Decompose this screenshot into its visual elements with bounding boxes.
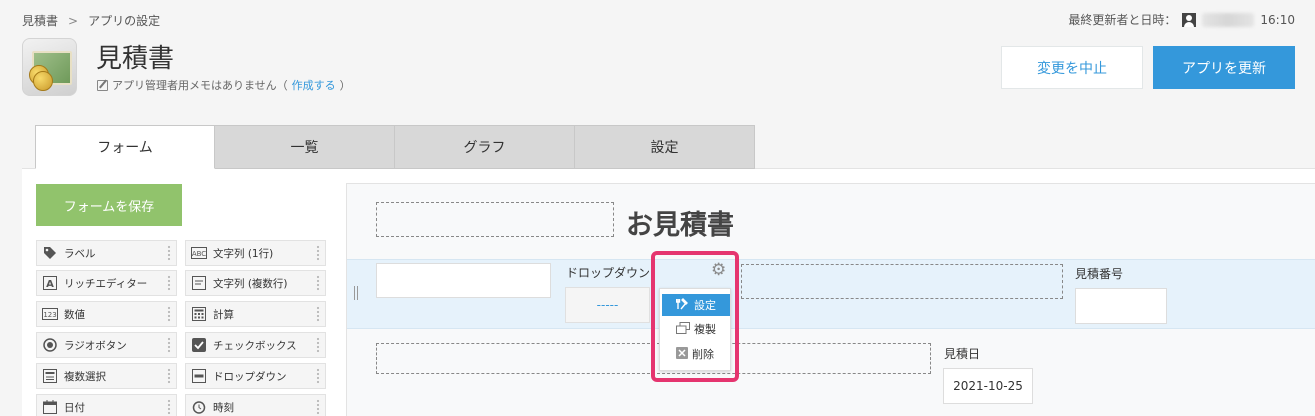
drag-handle xyxy=(316,306,321,322)
settings-tabs: フォーム 一覧 グラフ 設定 xyxy=(35,125,755,169)
palette-field-multi-select[interactable]: 複数選択 xyxy=(36,363,177,389)
breadcrumb-app-link[interactable]: 見積書 xyxy=(22,12,58,29)
estimate-date-input[interactable]: 2021-10-25 xyxy=(943,368,1033,404)
delete-icon xyxy=(676,346,688,362)
dropdown-icon xyxy=(191,368,207,384)
palette-field-single-line-text[interactable]: ABC 文字列 (1行) xyxy=(185,240,326,266)
user-icon xyxy=(1182,12,1197,27)
menu-item-delete-label: 削除 xyxy=(692,348,714,361)
app-icon xyxy=(22,38,77,96)
menu-item-duplicate[interactable]: 複製 xyxy=(662,318,730,340)
palette-field-label[interactable]: ラベル xyxy=(36,240,177,266)
text-field-placeholder[interactable] xyxy=(376,263,551,298)
drag-handle xyxy=(316,245,321,261)
memo-edit-icon xyxy=(97,79,108,91)
breadcrumb-current: アプリの設定 xyxy=(88,14,161,28)
dropdown-field-label: ドロップダウン xyxy=(566,266,651,280)
memo-create-link[interactable]: 作成する xyxy=(292,77,336,93)
palette-field-label-text: 文字列 (1行) xyxy=(213,247,274,260)
empty-space-field-2[interactable] xyxy=(741,264,1063,299)
last-updated-label: 最終更新者と日時： xyxy=(1068,13,1177,27)
drag-handle xyxy=(167,368,172,384)
palette-field-label-text: リッチエディター xyxy=(64,277,148,290)
app-memo: アプリ管理者用メモはありません（ 作成する） xyxy=(97,77,351,93)
calculator-icon xyxy=(191,306,207,322)
checkbox-icon xyxy=(191,337,207,353)
menu-item-settings[interactable]: 設定 xyxy=(662,294,730,316)
palette-field-number[interactable]: 123 数値 xyxy=(36,301,177,327)
palette-field-date[interactable]: 日付 xyxy=(36,394,177,416)
redacted-username xyxy=(1202,12,1255,27)
estimate-number-label: 見積番号 xyxy=(1075,267,1124,281)
calendar-icon xyxy=(42,399,58,415)
svg-text:ABC: ABC xyxy=(192,250,206,258)
menu-item-settings-label: 設定 xyxy=(694,299,716,312)
palette-field-time[interactable]: 時刻 xyxy=(185,394,326,416)
dropdown-field-value[interactable]: ----- xyxy=(565,287,650,323)
svg-text:A: A xyxy=(46,279,54,290)
last-updated-info: 最終更新者と日時： 16:10 xyxy=(1068,11,1295,28)
tab-list[interactable]: 一覧 xyxy=(215,125,395,169)
tag-icon xyxy=(42,245,58,261)
number-123-icon: 123 xyxy=(42,306,58,322)
drag-handle xyxy=(316,399,321,415)
palette-field-label-text: ラジオボタン xyxy=(64,339,127,352)
palette-field-radio[interactable]: ラジオボタン xyxy=(36,332,177,358)
palette-field-label-text: 日付 xyxy=(64,401,85,414)
last-updated-time: 16:10 xyxy=(1260,12,1295,27)
tab-graph[interactable]: グラフ xyxy=(395,125,575,169)
multi-select-icon xyxy=(42,368,58,384)
palette-field-label-text: 数値 xyxy=(64,308,85,321)
settings-icon xyxy=(675,297,690,313)
palette-field-rich-editor[interactable]: A リッチエディター xyxy=(36,270,177,296)
drag-handle xyxy=(167,337,172,353)
palette-field-label-text: 複数選択 xyxy=(64,370,106,383)
breadcrumb-separator: > xyxy=(68,13,79,28)
palette-field-calc[interactable]: 計算 xyxy=(185,301,326,327)
menu-item-duplicate-label: 複製 xyxy=(694,323,716,336)
abc-icon: ABC xyxy=(191,245,207,261)
form-title-label[interactable]: お見積書 xyxy=(626,203,734,242)
palette-field-multi-line-text[interactable]: 文字列 (複数行) xyxy=(185,270,326,296)
tab-form[interactable]: フォーム xyxy=(35,125,215,169)
field-context-menu: 設定 複製 削除 xyxy=(659,288,731,371)
palette-field-checkbox[interactable]: チェックボックス xyxy=(185,332,326,358)
palette-field-label-text: 計算 xyxy=(213,308,234,321)
palette-field-dropdown[interactable]: ドロップダウン xyxy=(185,363,326,389)
gear-icon[interactable]: ⚙ xyxy=(711,262,726,279)
app-title: 見積書 xyxy=(96,44,175,74)
palette-field-label-text: 時刻 xyxy=(213,401,234,414)
palette-field-label-text: ドロップダウン xyxy=(213,370,287,383)
palette-field-label-text: 文字列 (複数行) xyxy=(213,277,288,290)
menu-item-delete[interactable]: 削除 xyxy=(662,343,730,365)
drag-handle xyxy=(167,275,172,291)
duplicate-icon xyxy=(676,321,690,337)
drag-handle xyxy=(316,368,321,384)
letter-a-icon: A xyxy=(42,275,58,291)
tab-settings[interactable]: 設定 xyxy=(575,125,755,169)
radio-icon xyxy=(42,337,58,353)
palette-field-label-text: ラベル xyxy=(64,247,96,260)
estimate-date-label: 見積日 xyxy=(944,347,981,361)
svg-text:123: 123 xyxy=(43,311,56,319)
breadcrumb: 見積書 > アプリの設定 xyxy=(22,12,160,29)
drag-handle xyxy=(316,337,321,353)
palette-field-label-text: チェックボックス xyxy=(213,339,297,352)
estimate-number-input[interactable] xyxy=(1075,288,1167,324)
multiline-text-icon xyxy=(191,275,207,291)
save-form-button[interactable]: フォームを保存 xyxy=(36,184,182,226)
cancel-changes-button[interactable]: 変更を中止 xyxy=(1001,46,1143,89)
drag-handle xyxy=(316,275,321,291)
drag-handle xyxy=(167,306,172,322)
drag-handle xyxy=(167,245,172,261)
empty-space-field[interactable] xyxy=(376,202,614,237)
memo-close-paren: ） xyxy=(339,79,351,92)
update-app-button[interactable]: アプリを更新 xyxy=(1153,46,1295,89)
memo-text: アプリ管理者用メモはありません（ xyxy=(112,79,288,92)
row-drag-handle[interactable] xyxy=(354,286,358,300)
clock-icon xyxy=(191,399,207,415)
drag-handle xyxy=(167,399,172,415)
